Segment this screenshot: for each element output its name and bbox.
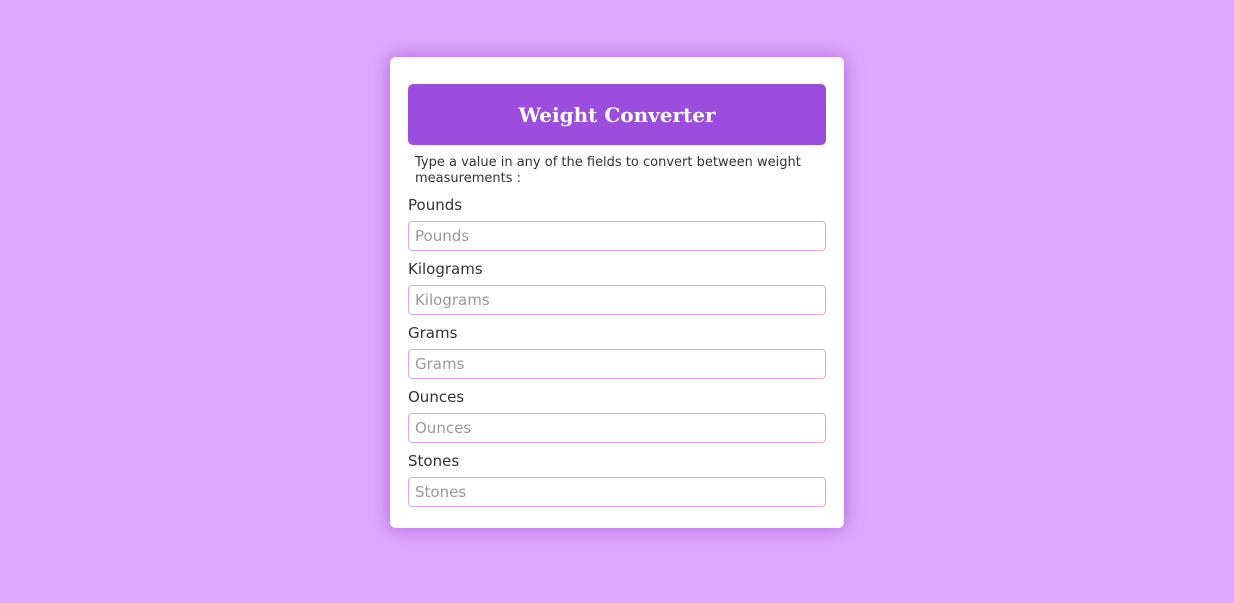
grams-label: Grams [408,324,458,342]
ounces-input[interactable] [408,413,826,443]
pounds-group: Pounds [408,196,826,251]
grams-input[interactable] [408,349,826,379]
ounces-group: Ounces [408,388,826,443]
pounds-label: Pounds [408,196,463,214]
page-title: Weight Converter [518,102,716,127]
ounces-label: Ounces [408,388,465,406]
kilograms-label: Kilograms [408,260,483,278]
instructions-text: Type a value in any of the fields to con… [415,155,801,186]
kilograms-input[interactable] [408,285,826,315]
stones-label: Stones [408,452,460,470]
stones-group: Stones [408,452,826,507]
title-bar: Weight Converter [408,84,826,145]
pounds-input[interactable] [408,221,826,251]
stones-input[interactable] [408,477,826,507]
converter-card: Weight Converter Type a value in any of … [390,57,844,528]
kilograms-group: Kilograms [408,260,826,315]
grams-group: Grams [408,324,826,379]
